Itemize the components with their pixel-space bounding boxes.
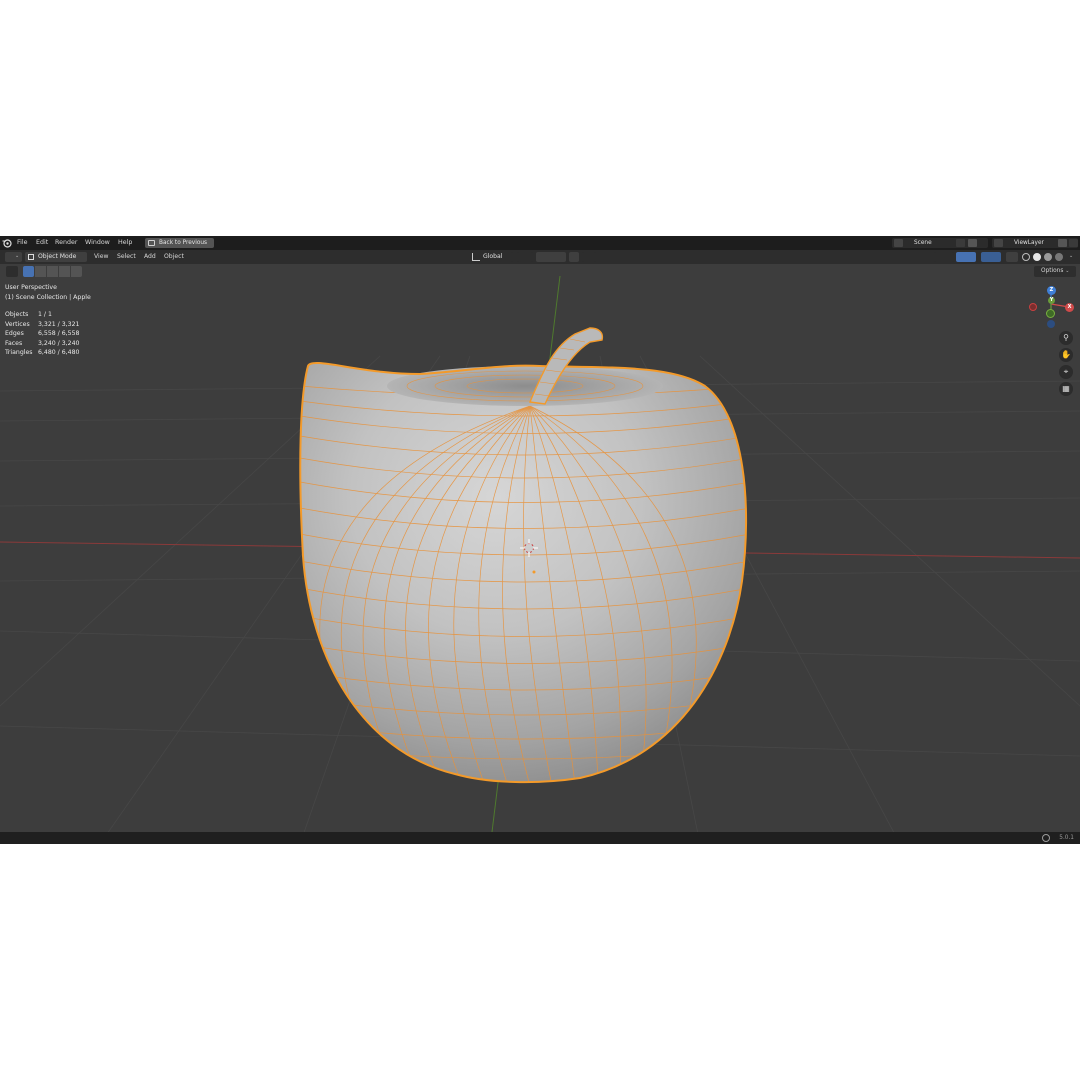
globe-icon	[1042, 834, 1050, 842]
blender-window: File Edit Render Window Help Back to Pre…	[0, 236, 1080, 844]
scene-name: Scene	[914, 240, 932, 246]
shading-mode-group	[1020, 252, 1066, 262]
stat-value: 6,480 / 6,480	[38, 349, 80, 357]
back-icon	[148, 240, 155, 246]
perspective-toggle-icon[interactable]: ▦	[1059, 382, 1073, 396]
gizmo-z-icon[interactable]: Z	[1047, 286, 1056, 295]
menu-window[interactable]: Window	[85, 236, 110, 250]
zoom-icon[interactable]: ⚲	[1059, 331, 1073, 345]
menu-render[interactable]: Render	[55, 236, 77, 250]
menu-select[interactable]: Select	[117, 250, 136, 264]
scene-selector[interactable]: Scene	[892, 238, 988, 248]
view-layer-selector[interactable]: ViewLayer	[992, 238, 1078, 248]
menu-object[interactable]: Object	[164, 250, 184, 264]
menu-file[interactable]: File	[17, 236, 28, 250]
orientation-icon	[472, 253, 480, 261]
pin-icon[interactable]	[956, 239, 965, 247]
menu-add[interactable]: Add	[144, 250, 156, 264]
camera-view-icon[interactable]: ⌖	[1059, 365, 1073, 379]
gizmo-neg-x-icon[interactable]	[1029, 303, 1037, 311]
stat-value: 3,240 / 3,240	[38, 339, 80, 347]
new-scene-icon[interactable]	[968, 239, 977, 247]
xray-toggle[interactable]	[1006, 252, 1018, 262]
gizmo-x-icon[interactable]: X	[1065, 303, 1074, 312]
pivot-point-dropdown[interactable]	[517, 252, 533, 262]
select-new-icon[interactable]	[23, 266, 34, 277]
proportional-falloff-dropdown[interactable]	[582, 252, 596, 262]
scene-icon	[894, 239, 903, 247]
gizmo-neg-y-icon[interactable]	[1046, 309, 1055, 318]
collection-path: (1) Scene Collection | Apple	[5, 294, 91, 301]
visibility-dropdown[interactable]	[934, 252, 954, 262]
back-to-previous-label: Back to Previous	[159, 240, 208, 246]
object-mode-icon	[28, 254, 34, 260]
editor-type-button[interactable]: ⌄	[5, 252, 22, 262]
stat-label: Triangles	[5, 349, 33, 357]
version-label: 5.0.1	[1059, 835, 1074, 841]
solid-shading-icon[interactable]	[1033, 253, 1041, 261]
stat-label: Faces	[5, 339, 23, 347]
object-origin	[532, 570, 536, 574]
status-bar: 5.0.1	[0, 832, 1080, 844]
rendered-shading-icon[interactable]	[1055, 253, 1063, 261]
view-layer-icon	[994, 239, 1003, 247]
stat-label: Objects	[5, 311, 29, 318]
gizmo-toggle[interactable]	[956, 252, 976, 262]
view-layer-name: ViewLayer	[1014, 240, 1044, 246]
new-view-layer-icon[interactable]	[1058, 239, 1067, 247]
select-invert-icon[interactable]	[59, 266, 70, 277]
view-name: User Perspective	[5, 284, 57, 291]
menu-help[interactable]: Help	[118, 236, 132, 250]
snap-dropdown[interactable]	[536, 252, 566, 262]
viewport-header: ⌄ Object Mode View Select Add Object Glo…	[0, 250, 1080, 264]
gizmo-neg-z-icon[interactable]	[1047, 320, 1055, 328]
apple-mesh[interactable]	[299, 327, 750, 786]
stat-label: Vertices	[5, 320, 30, 328]
blender-logo-icon[interactable]	[2, 238, 12, 248]
shading-options-chevron-icon[interactable]: ⌄	[1069, 253, 1073, 259]
back-to-previous-button[interactable]: Back to Previous	[145, 238, 214, 248]
select-tool-icon[interactable]	[6, 266, 18, 277]
transform-orientation-dropdown[interactable]: Global	[470, 252, 513, 262]
mode-label: Object Mode	[38, 253, 77, 260]
overlays-toggle[interactable]	[981, 252, 1001, 262]
stat-value: 3,321 / 3,321	[38, 320, 80, 328]
chevron-down-icon: ⌄	[1065, 268, 1070, 274]
select-extend-icon[interactable]	[35, 266, 46, 277]
options-dropdown[interactable]: Options ⌄	[1034, 266, 1076, 277]
chevron-down-icon: ⌄	[15, 253, 20, 259]
gizmo-y-icon[interactable]: Y	[1048, 297, 1055, 304]
select-subtract-icon[interactable]	[47, 266, 58, 277]
stat-value: 6,558 / 6,558	[38, 330, 80, 338]
menu-view[interactable]: View	[94, 250, 108, 264]
stat-value: 1 / 1	[38, 311, 52, 318]
orientation-label: Global	[483, 253, 503, 260]
material-shading-icon[interactable]	[1044, 253, 1052, 261]
proportional-editing-toggle[interactable]	[569, 252, 579, 262]
remove-view-layer-icon[interactable]	[1069, 239, 1078, 247]
wireframe-shading-icon[interactable]	[1022, 253, 1030, 261]
stat-label: Edges	[5, 330, 24, 338]
menu-edit[interactable]: Edit	[36, 236, 48, 250]
mode-dropdown[interactable]: Object Mode	[25, 252, 87, 262]
select-intersect-icon[interactable]	[71, 266, 82, 277]
top-menu-bar: File Edit Render Window Help Back to Pre…	[0, 236, 1080, 250]
pan-hand-icon[interactable]: ✋	[1059, 348, 1073, 362]
options-label: Options	[1041, 268, 1064, 274]
viewport-3d[interactable]	[0, 236, 1080, 844]
